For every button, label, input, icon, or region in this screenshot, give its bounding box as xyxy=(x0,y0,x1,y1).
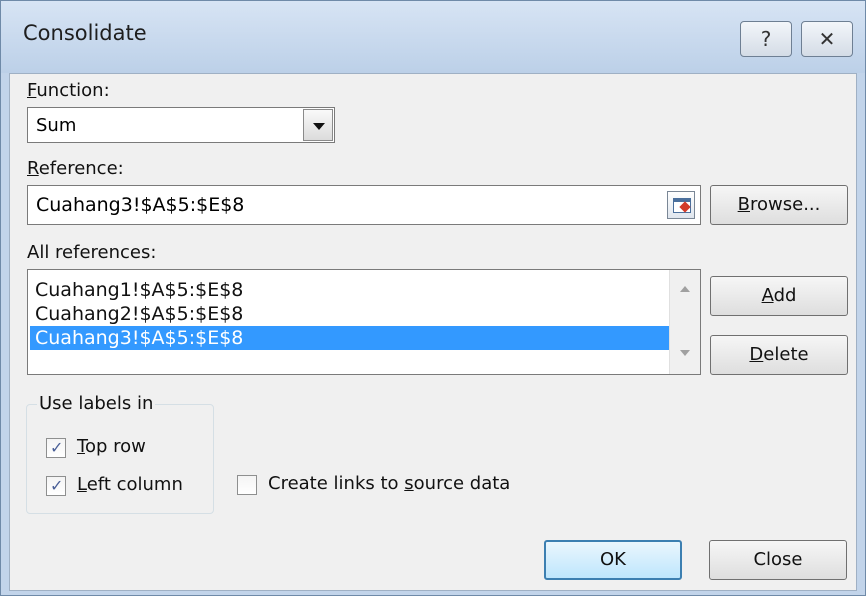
list-item-selected[interactable]: Cuahang3!$A$5:$E$8 xyxy=(30,326,672,350)
all-references-label: All references: xyxy=(27,242,157,263)
close-icon: ✕ xyxy=(818,27,836,51)
function-selected-value: Sum xyxy=(36,115,77,136)
create-links-label[interactable]: Create links to source data xyxy=(268,473,510,494)
use-labels-group: Use labels in ✓ Top row ✓ Left column xyxy=(26,393,214,514)
list-scrollbar[interactable] xyxy=(669,270,700,374)
add-button[interactable]: Add xyxy=(710,276,848,316)
list-item[interactable]: Cuahang2!$A$5:$E$8 xyxy=(30,302,672,326)
scroll-up-icon[interactable] xyxy=(680,286,690,292)
scroll-down-icon[interactable] xyxy=(680,350,690,356)
function-label: Function: xyxy=(27,80,110,101)
close-window-button[interactable]: ✕ xyxy=(801,21,853,57)
range-select-icon-header xyxy=(673,198,691,202)
top-row-label[interactable]: Top row xyxy=(77,436,146,457)
reference-input[interactable]: Cuahang3!$A$5:$E$8 xyxy=(27,185,701,225)
checkmark-icon: ✓ xyxy=(50,438,64,457)
close-button[interactable]: Close xyxy=(709,540,847,580)
help-icon: ? xyxy=(760,27,772,51)
use-labels-title: Use labels in xyxy=(37,393,156,414)
top-row-checkbox[interactable]: ✓ xyxy=(46,438,66,458)
dialog-body: Function: Sum Reference: Cuahang3!$A$5:$… xyxy=(9,73,857,591)
window-title: Consolidate xyxy=(23,21,147,45)
left-column-label[interactable]: Left column xyxy=(77,474,183,495)
list-item[interactable]: Cuahang1!$A$5:$E$8 xyxy=(30,278,672,302)
create-links-checkbox[interactable] xyxy=(237,475,257,495)
collapse-dialog-button[interactable] xyxy=(667,191,695,219)
function-dropdown[interactable]: Sum xyxy=(27,107,335,143)
chevron-down-icon xyxy=(313,123,325,130)
reference-value: Cuahang3!$A$5:$E$8 xyxy=(36,194,245,216)
browse-button[interactable]: Browse... xyxy=(710,185,848,225)
left-column-checkbox[interactable]: ✓ xyxy=(46,476,66,496)
reference-label: Reference: xyxy=(27,158,124,179)
delete-button[interactable]: Delete xyxy=(710,335,848,375)
checkmark-icon: ✓ xyxy=(50,476,64,495)
dropdown-arrow-button[interactable] xyxy=(303,109,333,141)
title-bar[interactable]: Consolidate ? ✕ xyxy=(1,1,865,73)
ok-button[interactable]: OK xyxy=(544,540,682,580)
all-references-list[interactable]: Cuahang1!$A$5:$E$8 Cuahang2!$A$5:$E$8 Cu… xyxy=(27,269,701,375)
help-button[interactable]: ? xyxy=(740,21,792,57)
consolidate-dialog: Consolidate ? ✕ Function: Sum Reference:… xyxy=(0,0,866,596)
